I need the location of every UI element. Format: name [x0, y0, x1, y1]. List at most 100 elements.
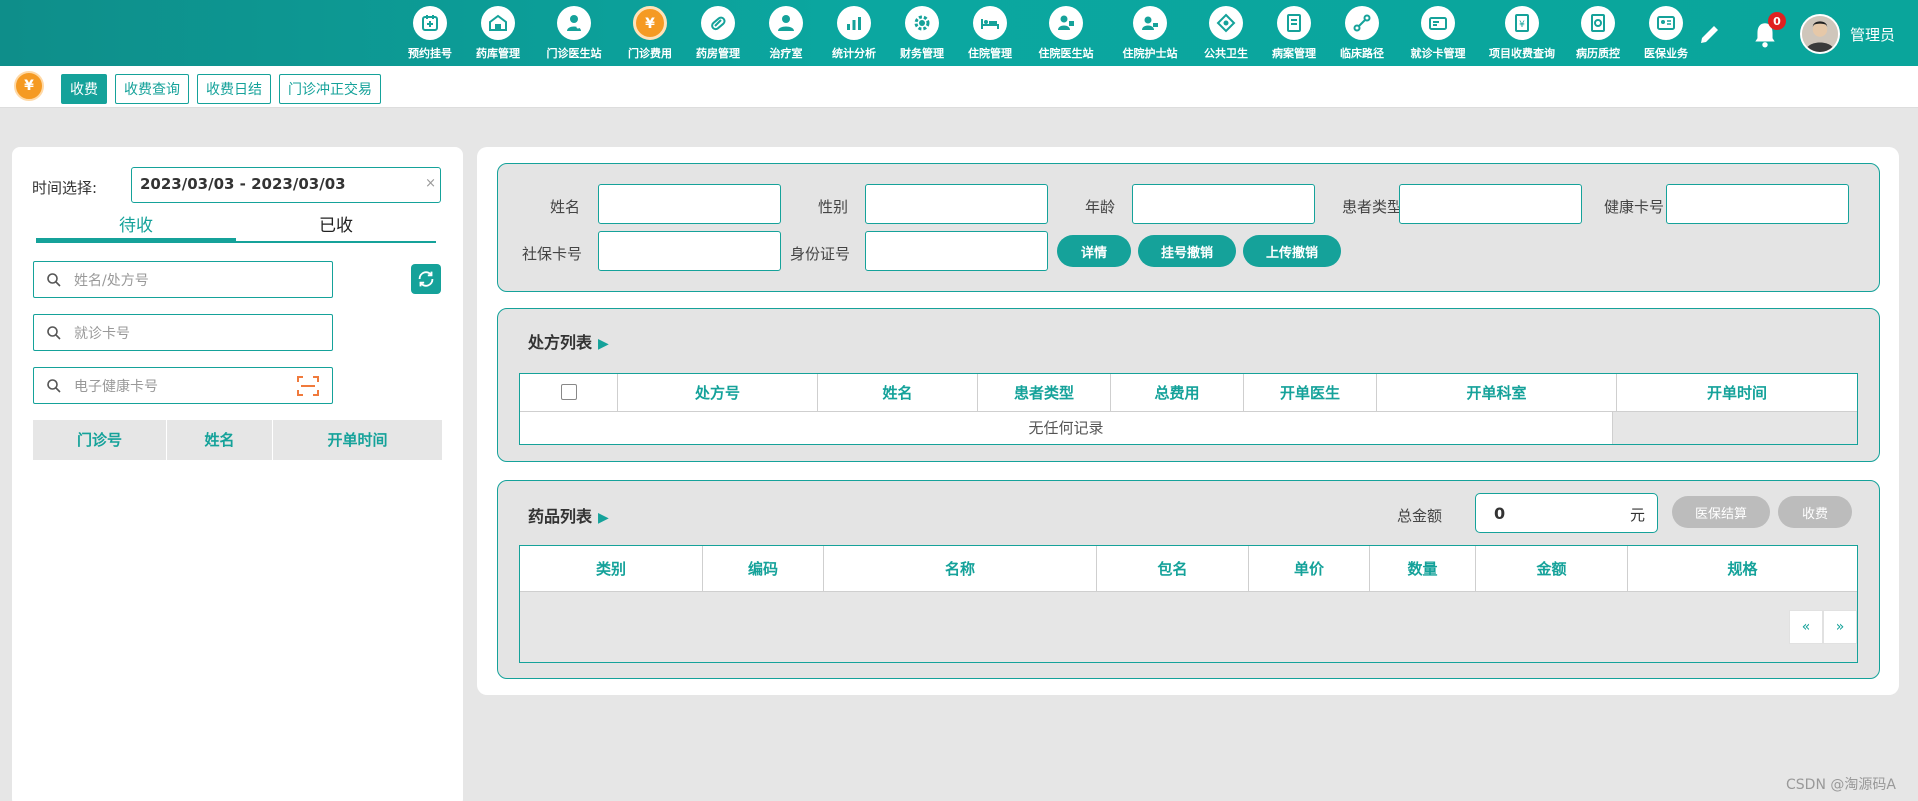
column-header[interactable]: 总费用: [1111, 374, 1244, 411]
patient-info-section: 姓名 性别 年龄 患者类型 健康卡号 社保卡号 身份证号 详情 挂号撤销 上传撤…: [497, 163, 1880, 292]
search-placeholder: 就诊卡号: [74, 325, 130, 342]
column-header[interactable]: 开单时间: [1617, 374, 1857, 411]
nav-item-public-health[interactable]: 公共卫生: [1192, 6, 1260, 64]
refresh-button[interactable]: [411, 264, 441, 294]
id-number-field[interactable]: [865, 231, 1048, 271]
insurance-card-icon: [1649, 6, 1683, 40]
nav-item-pharmacy[interactable]: 药房管理: [684, 6, 752, 64]
column-header[interactable]: 类别: [520, 546, 703, 591]
prescription-list-section: 处方列表 ▶ 处方号 姓名 患者类型 总费用 开单医生 开单科室 开单时间 无任何…: [497, 308, 1880, 462]
scan-icon[interactable]: [296, 375, 320, 397]
column-header[interactable]: 数量: [1370, 546, 1476, 591]
nav-item-fee-query[interactable]: ¥ 项目收费查询: [1480, 6, 1564, 64]
time-label: 时间选择:: [32, 179, 98, 197]
nurse-icon: [1133, 6, 1167, 40]
column-header[interactable]: 金额: [1476, 546, 1628, 591]
name-field[interactable]: [598, 184, 781, 224]
sub-tabs: 收费 收费查询 收费日结 门诊冲正交易: [61, 74, 381, 104]
avatar[interactable]: [1800, 14, 1840, 54]
column-header[interactable]: 姓名: [818, 374, 978, 411]
nav-item-inpatient-doctor[interactable]: 住院医生站: [1024, 6, 1108, 64]
drug-list-section: 药品列表 ▶ 总金额 0 元 医保结算 收费 类别 编码 名称 包名 单价 数量 …: [497, 480, 1880, 679]
nav-item-medical-records[interactable]: 病案管理: [1260, 6, 1328, 64]
column-header[interactable]: 患者类型: [978, 374, 1111, 411]
detail-button[interactable]: 详情: [1057, 235, 1131, 267]
select-all-cell: [520, 374, 618, 411]
insurance-settlement-button[interactable]: 医保结算: [1672, 496, 1770, 528]
next-page-button[interactable]: »: [1823, 610, 1857, 644]
column-header[interactable]: 单价: [1249, 546, 1370, 591]
search-placeholder: 姓名/处方号: [74, 272, 149, 289]
nav-item-inpatient[interactable]: 住院管理: [956, 6, 1024, 64]
refresh-icon: [418, 271, 434, 287]
tab-received[interactable]: 已收: [236, 209, 436, 241]
username[interactable]: 管理员: [1850, 24, 1895, 45]
nav-item-statistics[interactable]: 统计分析: [820, 6, 888, 64]
nav-label: 临床路径: [1340, 47, 1384, 60]
tab-daily-settlement[interactable]: 收费日结: [197, 74, 271, 104]
column-header[interactable]: 门诊号: [33, 420, 167, 460]
visit-card-search[interactable]: 就诊卡号: [33, 314, 333, 351]
empty-filler: [1613, 412, 1857, 444]
calendar-plus-icon: [413, 6, 447, 40]
name-prescription-search[interactable]: 姓名/处方号: [33, 261, 333, 298]
column-header[interactable]: 开单医生: [1244, 374, 1377, 411]
nav-item-card-management[interactable]: 就诊卡管理: [1396, 6, 1480, 64]
column-header[interactable]: 开单科室: [1377, 374, 1617, 411]
health-card-search[interactable]: 电子健康卡号: [33, 367, 333, 404]
age-field[interactable]: [1132, 184, 1315, 224]
column-header[interactable]: 开单时间: [273, 420, 442, 460]
tab-charge[interactable]: 收费: [61, 74, 107, 104]
nav-label: 预约挂号: [408, 47, 452, 60]
nav-item-pharmacy-storage[interactable]: 药库管理: [464, 6, 532, 64]
nav-item-outpatient-doctor[interactable]: 门诊医生站: [532, 6, 616, 64]
nav-item-medical-insurance[interactable]: 医保业务: [1632, 6, 1700, 64]
clinical-path-icon: [1345, 6, 1379, 40]
tab-charge-query[interactable]: 收费查询: [115, 74, 189, 104]
triangle-right-icon: ▶: [598, 336, 609, 352]
gender-field[interactable]: [865, 184, 1048, 224]
column-header[interactable]: 编码: [703, 546, 824, 591]
charge-button[interactable]: 收费: [1778, 496, 1852, 528]
health-card-field[interactable]: [1666, 184, 1849, 224]
nav-item-appointment[interactable]: 预约挂号: [396, 6, 464, 64]
tab-pending[interactable]: 待收: [36, 209, 236, 241]
total-label: 总金额: [1397, 507, 1443, 525]
social-card-field[interactable]: [598, 231, 781, 271]
pencil-icon[interactable]: [1698, 22, 1722, 46]
status-tabs: 待收 已收: [36, 209, 436, 243]
nav-label: 统计分析: [832, 47, 876, 60]
clear-icon[interactable]: ×: [425, 176, 436, 191]
column-header[interactable]: 包名: [1097, 546, 1249, 591]
sub-toolbar: ¥ 收费 收费查询 收费日结 门诊冲正交易: [0, 66, 1918, 108]
cancel-registration-button[interactable]: 挂号撤销: [1138, 235, 1236, 267]
total-amount-field[interactable]: 0 元: [1475, 493, 1658, 533]
yen-coin-icon: ¥: [14, 71, 44, 101]
column-header[interactable]: 规格: [1628, 546, 1857, 591]
column-header[interactable]: 姓名: [167, 420, 273, 460]
date-range-input[interactable]: 2023/03/03 - 2023/03/03 ×: [131, 167, 441, 203]
total-amount-value: 0: [1494, 504, 1506, 523]
select-all-checkbox[interactable]: [560, 384, 577, 400]
nav-item-outpatient-fee[interactable]: ¥ 门诊费用: [616, 6, 684, 64]
patient-type-field[interactable]: [1399, 184, 1582, 224]
nav-item-treatment-room[interactable]: 治疗室: [752, 6, 820, 64]
column-header[interactable]: 名称: [824, 546, 1097, 591]
field-label: 健康卡号: [1603, 198, 1664, 216]
nav-item-clinical-path[interactable]: 临床路径: [1328, 6, 1396, 64]
table-header: 处方号 姓名 患者类型 总费用 开单医生 开单科室 开单时间: [520, 374, 1857, 412]
upload-cancel-button[interactable]: 上传撤销: [1243, 235, 1341, 267]
drug-list-title: 药品列表: [528, 507, 593, 526]
nav-label: 公共卫生: [1204, 47, 1248, 60]
nav-item-inpatient-nurse[interactable]: 住院护士站: [1108, 6, 1192, 64]
tab-reversal[interactable]: 门诊冲正交易: [279, 74, 381, 104]
column-header[interactable]: 处方号: [618, 374, 818, 411]
nav-item-record-quality[interactable]: 病历质控: [1564, 6, 1632, 64]
id-card-icon: [1421, 6, 1455, 40]
drug-table: 类别 编码 名称 包名 单价 数量 金额 规格 « »: [519, 545, 1858, 663]
outpatient-table-header: 门诊号 姓名 开单时间: [33, 420, 442, 460]
section-title: 药品列表 ▶: [528, 503, 609, 527]
bar-chart-icon: [837, 6, 871, 40]
nav-item-finance[interactable]: 财务管理: [888, 6, 956, 64]
prev-page-button[interactable]: «: [1789, 610, 1823, 644]
